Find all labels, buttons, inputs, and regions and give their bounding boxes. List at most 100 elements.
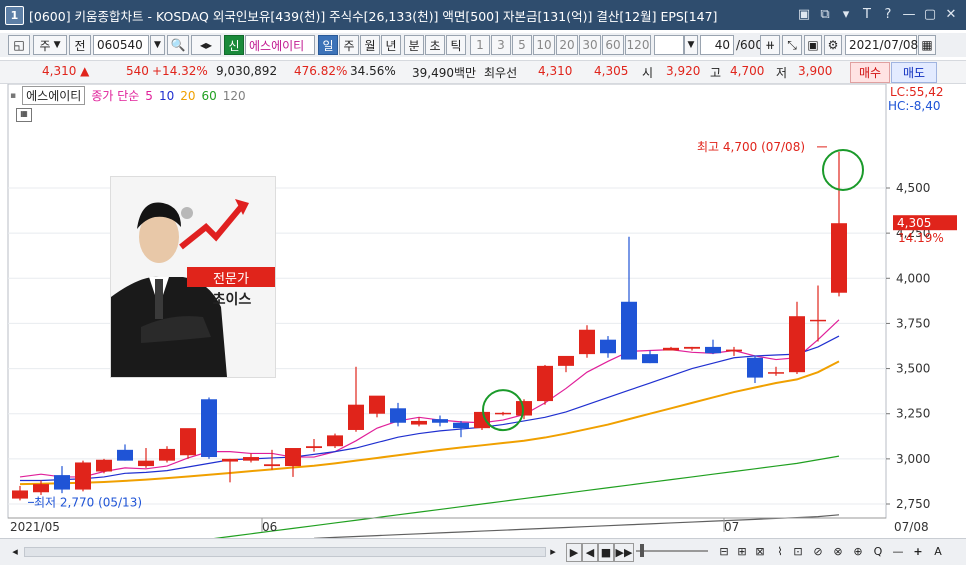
y-tick-label: 3,250 [896,407,930,421]
candle-body [96,459,112,472]
play-icon[interactable]: ▶ [566,543,582,562]
legend-ma-10[interactable]: 10 [159,89,174,103]
link-icon[interactable]: ▣ [795,5,813,23]
minimize-icon[interactable]: — [900,5,918,23]
candle-body [831,223,847,293]
legend-ma-60[interactable]: 60 [202,89,217,103]
tool-8-icon[interactable]: ⊕ [850,543,866,560]
interval-5[interactable]: 5 [512,35,532,55]
scroll-left-icon[interactable]: ◂ [8,543,22,560]
candle-body [516,401,532,416]
lc-label: LC:55,42 [890,85,943,99]
buy-button[interactable]: 매수 [850,62,890,83]
legend-stock-name[interactable]: 에스에이티 [22,86,86,105]
candle-body [369,395,385,414]
price-change: 540 [126,64,149,78]
horizontal-scrollbar[interactable] [24,547,546,557]
current-price: 4,310 ▲ [42,64,90,78]
stop-icon[interactable]: ■ [598,543,614,562]
tool-6-icon[interactable]: ⊘ [810,543,826,560]
period-month[interactable]: 월 [360,35,380,55]
tool-7-icon[interactable]: ⊗ [830,543,846,560]
pin-icon[interactable]: ▾ [837,5,855,23]
interval-10[interactable]: 10 [533,35,555,55]
period-week[interactable]: 주 [339,35,359,55]
bottom-bar: ◂ ▸ ▶ ◀ ■ ▶▶ ⊟ ⊞ ⊠ ⌇ ⊡ ⊘ ⊗ ⊕ Q — + A [0,538,966,565]
font-icon[interactable]: T [858,5,876,23]
candle-body [474,411,490,429]
speed-slider-handle[interactable] [640,544,644,557]
interval-3[interactable]: 3 [491,35,511,55]
maximize-icon[interactable]: ▢ [921,5,939,23]
interval-120[interactable]: 120 [625,35,651,55]
layout-icon[interactable]: ◱ [8,35,30,55]
stock-name-field: 에스에이티 [245,35,315,55]
prev-button[interactable]: 전 [69,35,91,55]
indicator-icon[interactable]: ⧺ [760,35,780,55]
zoom-icon[interactable]: ⤡ [782,35,802,55]
candle-body [663,347,679,351]
period-second[interactable]: 초 [425,35,445,55]
candle-body [390,408,406,423]
period-day[interactable]: 일 [318,35,338,55]
y-tick-label: 3,750 [896,316,930,330]
chart-type-select[interactable]: 주 ▼ [33,35,67,55]
speed-slider[interactable] [636,550,708,552]
interval-20[interactable]: 20 [556,35,578,55]
expert-promo-banner[interactable]: 전문가 초이스 [101,176,276,378]
interval-60[interactable]: 60 [602,35,624,55]
gear-icon[interactable]: ⚙ [824,35,842,55]
interval-1[interactable]: 1 [470,35,490,55]
y-tick-label: 3,500 [896,362,930,376]
grid-toggle-icon[interactable]: ▦ [16,108,32,122]
tool-4-icon[interactable]: ⌇ [772,543,788,560]
help-icon[interactable]: ? [879,5,897,23]
stock-code-input[interactable]: 060540 [93,35,149,55]
zoom-search-icon[interactable]: Q [870,543,886,560]
y-tick-label: 4,000 [896,271,930,285]
tool-3-icon[interactable]: ⊠ [752,543,768,560]
zoom-in-icon[interactable]: + [910,543,926,560]
search-icon[interactable]: 🔍 [167,35,189,55]
x-tick-label: 06 [262,520,277,534]
x-tick-label: 07/08 [894,520,929,534]
calendar-icon[interactable]: ▦ [918,35,936,55]
toolbar: ◱ 주 ▼ 전 060540 ▼ 🔍 ◂▸ 신 에스에이티 일 주 월 년 분 초… [0,33,966,57]
scroll-right-icon[interactable]: ▸ [546,543,560,560]
copy-window-icon[interactable]: ⧉ [816,5,834,23]
period-year[interactable]: 년 [381,35,401,55]
last-price-label: 4,305 [897,216,931,230]
close-icon[interactable]: ✕ [942,5,960,23]
last-pct-label: 14.19% [898,231,944,245]
period-minute[interactable]: 분 [404,35,424,55]
speaker-icon[interactable]: ◂▸ [191,35,221,55]
hc-label: HC:-8,40 [888,99,941,113]
save-icon[interactable]: ▣ [804,35,822,55]
code-dropdown-icon[interactable]: ▼ [150,35,165,55]
date-input[interactable]: 2021/07/08 [845,35,918,55]
rewind-icon[interactable]: ◀ [582,543,598,562]
candle-body [579,329,595,355]
interval-custom-input[interactable] [654,35,684,55]
low-label: 저 [776,66,788,80]
zoom-out-icon[interactable]: — [890,543,906,560]
new-listing-badge: 신 [224,35,244,55]
font-size-icon[interactable]: A [930,543,946,560]
candle-body [117,449,133,461]
period-tick[interactable]: 틱 [446,35,466,55]
title-bar: 1 [0600] 키움종합차트 - KOSDAQ 외국인보유[439(천)] 주… [0,0,966,30]
y-tick-label: 3,000 [896,452,930,466]
count-input[interactable]: 40 [700,35,734,55]
open-label: 시 [642,66,654,80]
interval-dropdown-icon[interactable]: ▼ [684,35,698,55]
tool-1-icon[interactable]: ⊟ [716,543,732,560]
legend-ma-120[interactable]: 120 [223,89,246,103]
legend-ma-20[interactable]: 20 [180,89,195,103]
interval-30[interactable]: 30 [579,35,601,55]
legend-ma-5[interactable]: 5 [145,89,153,103]
chevron-down-icon: ▼ [53,40,61,50]
tool-5-icon[interactable]: ⊡ [790,543,806,560]
tool-2-icon[interactable]: ⊞ [734,543,750,560]
sell-button[interactable]: 매도 [891,62,937,83]
fast-forward-icon[interactable]: ▶▶ [614,543,634,562]
